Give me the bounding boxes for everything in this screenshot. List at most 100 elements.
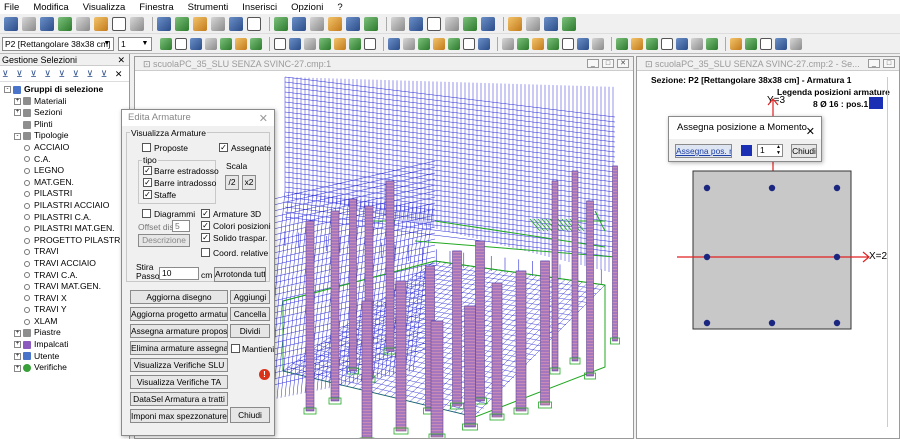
draw-tool-icon[interactable] [388,37,400,50]
filter-icon[interactable]: ⊻ [101,69,110,79]
tree-node[interactable]: XLAM [0,316,129,328]
tree-node[interactable]: ACCIAIO [0,142,129,154]
tree-expander-icon[interactable]: + [14,341,21,349]
menu-item[interactable]: Finestra [139,2,173,13]
chiudi-button[interactable]: Chiudi [791,144,817,158]
draw-tool-icon[interactable] [448,37,460,50]
draw-tool-icon[interactable] [220,37,232,50]
draw-tool-icon[interactable] [289,37,301,50]
tree-node[interactable]: + Sezioni [0,107,129,119]
close-button[interactable]: ✕ [617,59,629,68]
minimize-button[interactable]: _ [868,59,880,68]
tree-node[interactable]: - Tipologie [0,130,129,142]
draw-tool-icon[interactable] [517,37,529,50]
rebar-dot[interactable] [768,319,776,327]
toolbar-tool-icon[interactable] [157,16,171,31]
dividi-button[interactable]: Dividi [230,324,270,338]
draw-tool-icon[interactable] [661,37,673,50]
chiudi-button[interactable]: Chiudi [230,407,270,423]
tree-node[interactable]: TRAVI C.A. [0,270,129,282]
imponi-button[interactable]: Imponi max spezzonature [130,409,228,423]
barre-intradosso-checkbox[interactable]: ✓ [143,178,152,187]
draw-tool-icon[interactable] [478,37,490,50]
draw-tool-icon[interactable] [175,37,187,50]
toolbar-tool-icon[interactable] [94,16,108,31]
draw-tool-icon[interactable] [304,37,316,50]
tree-node[interactable]: + Verifiche [0,362,129,374]
toolbar-tool-icon[interactable] [130,16,144,31]
assegnate-checkbox[interactable]: ✓ [219,143,228,152]
draw-tool-icon[interactable] [160,37,172,50]
draw-tool-icon[interactable] [646,37,658,50]
draw-tool-icon[interactable] [334,37,346,50]
draw-tool-icon[interactable] [190,37,202,50]
section-combo[interactable]: P2 [Rettangolare 38x38 cm] ▼ [2,36,114,51]
filter-icon[interactable]: ⊻ [16,69,25,79]
section-window[interactable]: ⊡ scuolaPC_35_SLU SENZA SVINC-27.cmp:2 -… [636,56,900,439]
draw-tool-icon[interactable] [463,37,475,50]
tree-expander-icon[interactable]: + [14,364,21,372]
filter-icon[interactable]: ⊻ [44,69,53,79]
draw-tool-icon[interactable] [730,37,742,50]
tree-node[interactable]: TRAVI MAT.GEN. [0,281,129,293]
toolbar-tool-icon[interactable] [4,16,18,31]
filter-icon[interactable]: ⊻ [87,69,96,79]
scrollbar[interactable] [887,77,897,427]
toolbar-tool-icon[interactable] [292,16,306,31]
rebar-dot[interactable] [833,184,841,192]
arrotonda-button[interactable]: Arrotonda tutto [214,267,266,282]
toolbar-tool-icon[interactable] [526,16,540,31]
toolbar-tool-icon[interactable] [445,16,459,31]
aggiungi-button[interactable]: Aggiungi [230,290,270,304]
verifiche-ta-button[interactable]: Visualizza Verifiche TA [130,375,228,389]
draw-tool-icon[interactable] [691,37,703,50]
toolbar-tool-icon[interactable] [481,16,495,31]
draw-tool-icon[interactable] [433,37,445,50]
draw-tool-icon[interactable] [502,37,514,50]
barre-estradosso-checkbox[interactable]: ✓ [143,166,152,175]
tree-node[interactable]: + Impalcati [0,339,129,351]
tree-expander-icon[interactable]: + [14,352,21,360]
armature-3d-checkbox[interactable]: ✓ [201,209,210,218]
draw-tool-icon[interactable] [676,37,688,50]
rebar-dot[interactable] [703,253,711,261]
draw-tool-icon[interactable] [547,37,559,50]
draw-tool-icon[interactable] [250,37,262,50]
draw-tool-icon[interactable] [349,37,361,50]
toolbar-tool-icon[interactable] [229,16,243,31]
tree-node[interactable]: - Gruppi di selezione [0,84,129,96]
toolbar-tool-icon[interactable] [463,16,477,31]
toolbar-tool-icon[interactable] [193,16,207,31]
scale-double-button[interactable]: x2 [242,175,256,190]
tree-expander-icon[interactable]: + [14,109,21,117]
draw-tool-icon[interactable] [577,37,589,50]
toolbar-tool-icon[interactable] [40,16,54,31]
tree-node[interactable]: + Materiali [0,96,129,108]
toolbar-tool-icon[interactable] [544,16,558,31]
menu-item[interactable]: Opzioni [291,2,323,13]
tree-node[interactable]: + Utente [0,351,129,363]
passo-input[interactable]: 10 [159,267,199,280]
maximize-button[interactable]: □ [602,59,614,68]
solido-traspar-checkbox[interactable]: ✓ [201,233,210,242]
filter-icon[interactable]: ✕ [115,69,124,79]
aggiorna-progetto-button[interactable]: Aggiorna progetto armature [130,307,228,321]
menu-item[interactable]: Modifica [33,2,68,13]
menu-item[interactable]: Strumenti [188,2,229,13]
toolbar-tool-icon[interactable] [112,16,126,31]
toolbar-tool-icon[interactable] [58,16,72,31]
tree-expander-icon[interactable]: + [14,329,21,337]
rebar-dot[interactable] [833,319,841,327]
filter-icon[interactable]: ⊻ [73,69,82,79]
rebar-dot[interactable] [703,319,711,327]
coord-relative-checkbox[interactable] [201,248,210,257]
spinner-arrows-icon[interactable]: ▲ ▼ [776,144,781,156]
tree-node[interactable]: LEGNO [0,165,129,177]
menu-item[interactable]: File [4,2,19,13]
tree-node[interactable]: TRAVI ACCIAIO [0,258,129,270]
menu-item[interactable]: ? [337,2,342,13]
toolbar-tool-icon[interactable] [274,16,288,31]
tree-node[interactable]: TRAVI Y [0,304,129,316]
draw-tool-icon[interactable] [775,37,787,50]
draw-tool-icon[interactable] [274,37,286,50]
